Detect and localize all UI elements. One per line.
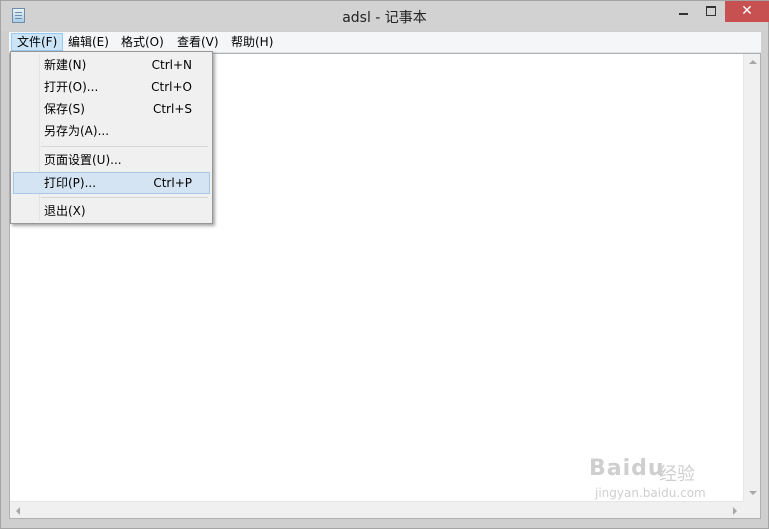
scroll-up-icon[interactable] [749,60,757,64]
menu-bar: 文件(F) 编辑(E) 格式(O) 查看(V) 帮助(H) [9,32,761,53]
menu-item-save[interactable]: 保存(S) Ctrl+S [13,98,210,120]
menu-item-label: 打开(O)... [44,80,99,94]
minimize-icon [678,12,688,15]
window-title: adsl - 记事本 [342,10,427,26]
menu-item-save-as[interactable]: 另存为(A)... [13,120,210,142]
menu-edit[interactable]: 编辑(E) [63,33,114,51]
maximize-icon [706,5,716,16]
minimize-button[interactable] [669,1,697,22]
menu-view[interactable]: 查看(V) [172,33,224,51]
menu-item-label: 页面设置(U)... [44,153,122,167]
menu-item-label: 新建(N) [44,58,87,72]
scroll-right-icon[interactable] [733,507,737,515]
scroll-left-icon[interactable] [16,507,20,515]
menu-item-label: 保存(S) [44,102,85,116]
menu-item-new[interactable]: 新建(N) Ctrl+N [13,54,210,76]
menu-item-shortcut: Ctrl+N [151,58,192,72]
watermark: Baidu 经验 jingyan.baidu.com [589,456,739,506]
menu-item-label: 退出(X) [44,204,86,218]
watermark-brand: Baidu [589,456,665,481]
close-button[interactable]: ✕ [725,1,769,22]
menu-item-print[interactable]: 打印(P)... Ctrl+P [13,172,210,194]
menu-file[interactable]: 文件(F) [11,33,64,51]
menu-item-shortcut: Ctrl+P [153,176,192,190]
file-menu-dropdown: 新建(N) Ctrl+N 打开(O)... Ctrl+O 保存(S) Ctrl+… [10,51,213,224]
menu-item-label: 打印(P)... [44,176,97,190]
menu-item-exit[interactable]: 退出(X) [13,200,210,222]
menu-help[interactable]: 帮助(H) [226,33,278,51]
close-icon: ✕ [741,3,753,19]
menu-format[interactable]: 格式(O) [116,33,169,51]
scroll-down-icon[interactable] [749,491,757,495]
menu-item-label: 另存为(A)... [44,124,110,138]
menu-item-shortcut: Ctrl+O [151,80,192,94]
menu-item-page-setup[interactable]: 页面设置(U)... [13,149,210,171]
menu-separator [41,197,208,198]
menu-separator [41,146,208,147]
scrollbar-corner [743,501,760,518]
menu-item-shortcut: Ctrl+S [152,102,192,116]
maximize-button[interactable] [697,1,725,22]
watermark-url: jingyan.baidu.com [595,486,706,500]
vertical-scrollbar[interactable] [743,54,760,501]
title-bar[interactable]: adsl - 记事本 ✕ [1,1,769,31]
watermark-sub: 经验 [659,464,695,485]
menu-item-open[interactable]: 打开(O)... Ctrl+O [13,76,210,98]
